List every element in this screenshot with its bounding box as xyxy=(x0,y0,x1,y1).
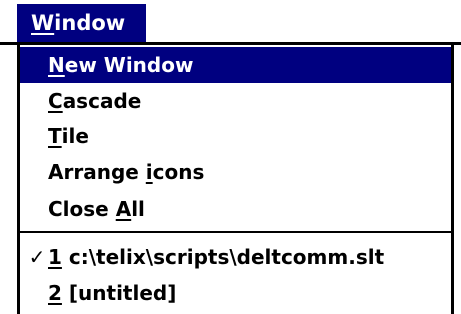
menu-item-tile[interactable]: Tile xyxy=(20,118,451,154)
menu-item-label-prefix: Arrange xyxy=(48,160,146,184)
menu-item-label: ew Window xyxy=(64,53,194,77)
menu-item-label: ll xyxy=(131,197,145,221)
window-dropdown-menu: New Window Cascade Tile Arrange icons Cl… xyxy=(17,45,454,314)
menu-item-mnemonic: A xyxy=(115,197,132,221)
menu-item-mnemonic: C xyxy=(48,89,63,113)
menu-item-new-window[interactable]: New Window xyxy=(20,47,451,83)
menu-item-mnemonic: i xyxy=(145,160,153,184)
menu-item-mnemonic: T xyxy=(48,124,62,148)
menu-item-label-prefix: Close xyxy=(48,197,116,221)
window-menu-title-rest: indow xyxy=(54,11,126,35)
menu-item-label: ile xyxy=(61,124,89,148)
window-path-label: c:\telix\scripts\deltcomm.slt xyxy=(68,245,385,269)
menu-item-close-all[interactable]: Close All xyxy=(20,191,451,227)
window-menu-title[interactable]: Window xyxy=(17,4,146,42)
menu-item-arrange-icons[interactable]: Arrange icons xyxy=(20,154,451,190)
menu-item-mnemonic: N xyxy=(48,53,65,77)
menu-bar: Window xyxy=(0,0,461,42)
menu-item-cascade[interactable]: Cascade xyxy=(20,83,451,119)
menu-item-window-2[interactable]: 2 [untitled] xyxy=(20,275,451,311)
menu-item-label: ascade xyxy=(62,89,142,113)
window-menu-mnemonic: W xyxy=(31,11,55,35)
menu-item-label: cons xyxy=(152,160,205,184)
window-number: 1 xyxy=(48,245,62,269)
menu-item-window-1[interactable]: ✓ 1 c:\telix\scripts\deltcomm.slt xyxy=(20,239,451,275)
menu-separator xyxy=(20,231,451,233)
window-path-label: [untitled] xyxy=(68,281,177,305)
checkmark-icon: ✓ xyxy=(28,245,46,269)
window-number: 2 xyxy=(48,281,62,305)
